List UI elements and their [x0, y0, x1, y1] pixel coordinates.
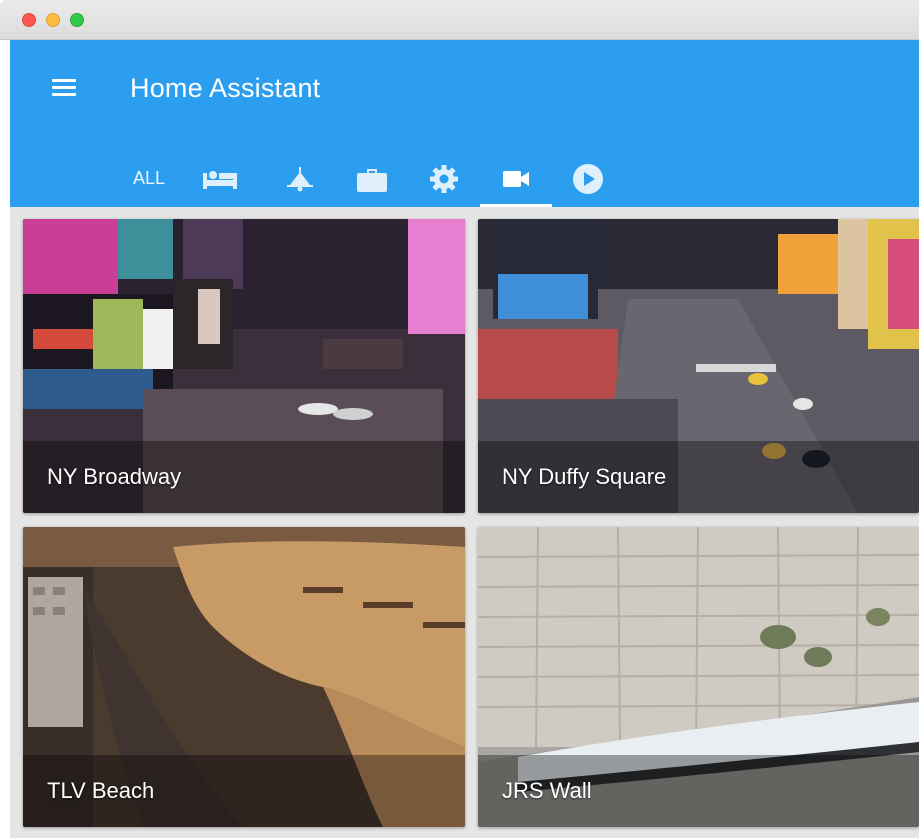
tab-media[interactable] [566, 150, 610, 207]
camera-card-jrs-wall[interactable]: JRS Wall [478, 527, 919, 827]
close-window-button[interactable] [22, 13, 36, 27]
ceiling-lamp-icon [287, 166, 313, 191]
app-toolbar: Home Assistant ALL [10, 40, 919, 207]
briefcase-icon [357, 168, 387, 192]
camera-name: NY Broadway [47, 464, 182, 489]
video-camera-icon [503, 170, 529, 187]
gear-icon [430, 164, 458, 193]
minimize-window-button[interactable] [46, 13, 60, 27]
selected-tab-indicator [480, 204, 552, 207]
play-circle-icon [573, 163, 603, 194]
tab-all-label: ALL [132, 168, 166, 188]
maximize-window-button[interactable] [70, 13, 84, 27]
tab-bedroom[interactable] [198, 150, 242, 207]
camera-card-ny-broadway[interactable]: NY Broadway [23, 219, 465, 513]
app-title: Home Assistant [130, 73, 321, 103]
camera-name: JRS Wall [502, 778, 592, 803]
tab-cameras[interactable] [480, 150, 552, 207]
app-content: Home Assistant ALL NY Broadway NY Duffy … [10, 40, 919, 838]
tab-work[interactable] [350, 150, 394, 207]
tab-settings[interactable] [422, 150, 466, 207]
window-titlebar [0, 0, 919, 40]
tab-all[interactable]: ALL [128, 150, 170, 207]
camera-name: NY Duffy Square [502, 464, 667, 489]
app-window: Home Assistant ALL NY Broadway NY Duffy … [0, 0, 919, 838]
camera-card-tlv-beach[interactable]: TLV Beach [23, 527, 465, 827]
camera-name: TLV Beach [47, 778, 155, 803]
tab-lamp[interactable] [278, 150, 322, 207]
camera-card-ny-duffy-square[interactable]: NY Duffy Square [478, 219, 919, 513]
bed-icon [203, 170, 237, 189]
hamburger-menu-icon[interactable] [50, 76, 78, 100]
